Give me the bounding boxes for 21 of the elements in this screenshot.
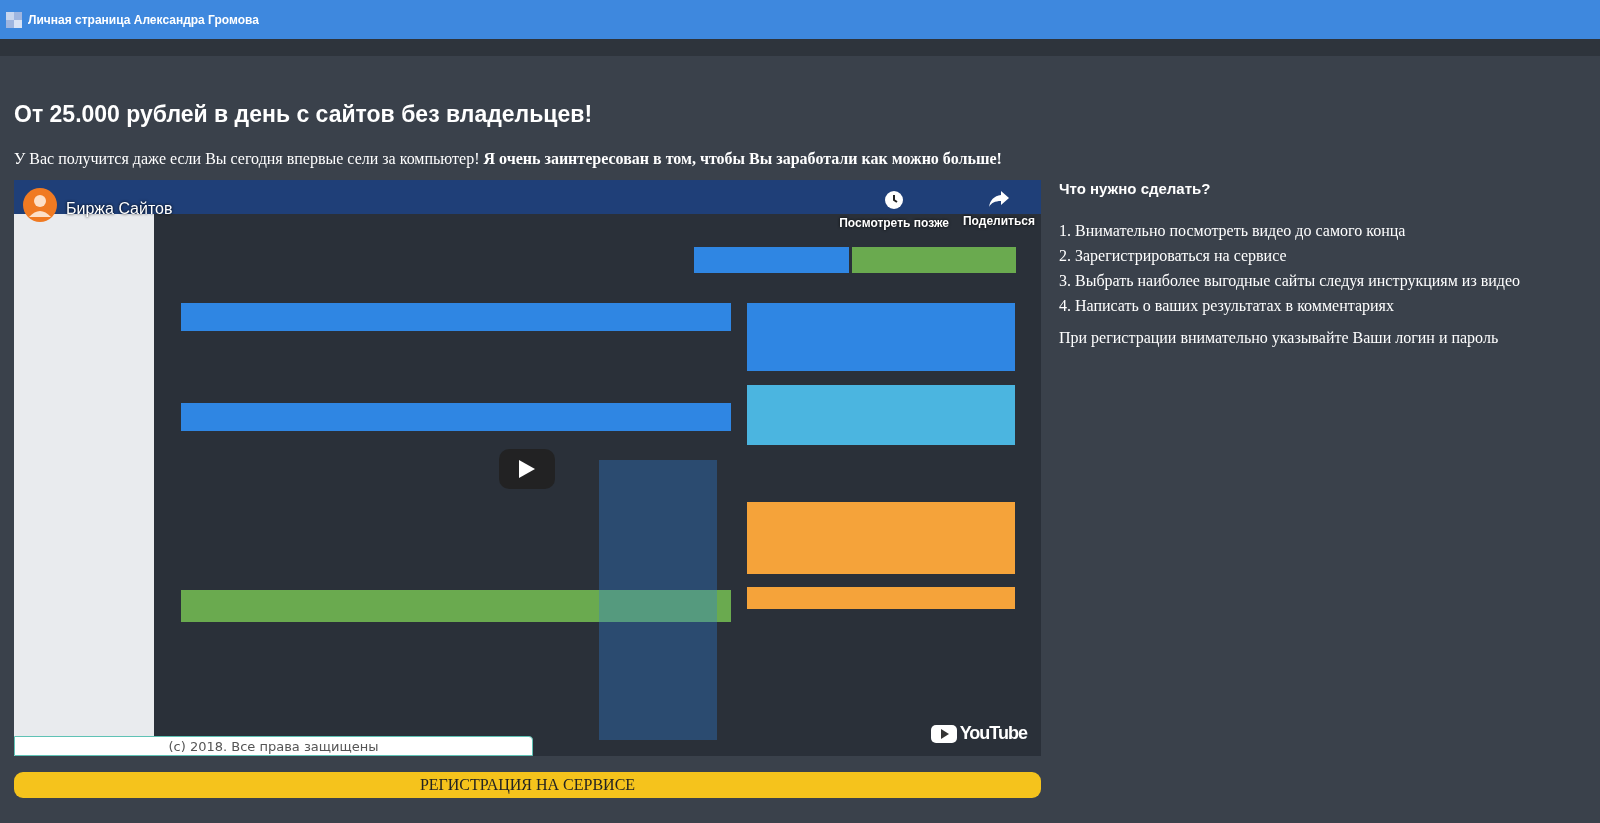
step-text: 4. Написать о ваших результатах в комментариях [1059,297,1395,315]
copyright-text: (c) 2018. Все права защищены [168,738,379,754]
watch-later-button[interactable]: Посмотреть позже [839,190,949,230]
share-arrow-icon [988,190,1010,208]
intro-text: У Вас получится даже если Вы сегодня впервые сели за компьютер! Я очень заинтересован в том, чтобы Вы заработали как можно больше! [14,150,1003,168]
youtube-logo[interactable]: YouTube [930,723,1027,744]
steps-heading: Что нужно сделать? [1059,180,1212,197]
play-button[interactable] [499,449,555,489]
clock-icon [884,190,905,210]
share-button[interactable]: Поделиться [962,190,1035,230]
step-text: 2. Зарегистрироваться на сервисе [1059,247,1288,265]
note-text: При регистрации внимательно указывайте Ваши логин и пароль [1059,329,1500,347]
channel-avatar-icon[interactable] [23,188,57,222]
register-button[interactable]: РЕГИСТРАЦИЯ НА СЕРВИСЕ [14,772,1041,798]
video-title[interactable]: Биржа Сайтов [66,200,173,218]
step-text: 1. Внимательно посмотреть видео до самого конца [1059,222,1407,240]
headline: От 25.000 рублей в день с сайтов без владельцев! [14,101,594,128]
play-icon [519,460,535,478]
page-title: Личная страница Александра Громова [28,12,259,27]
step-text: 3. Выбрать наиболее выгодные сайты следуя инструкциям из видео [1059,272,1521,290]
grid-logo-icon [6,11,22,28]
